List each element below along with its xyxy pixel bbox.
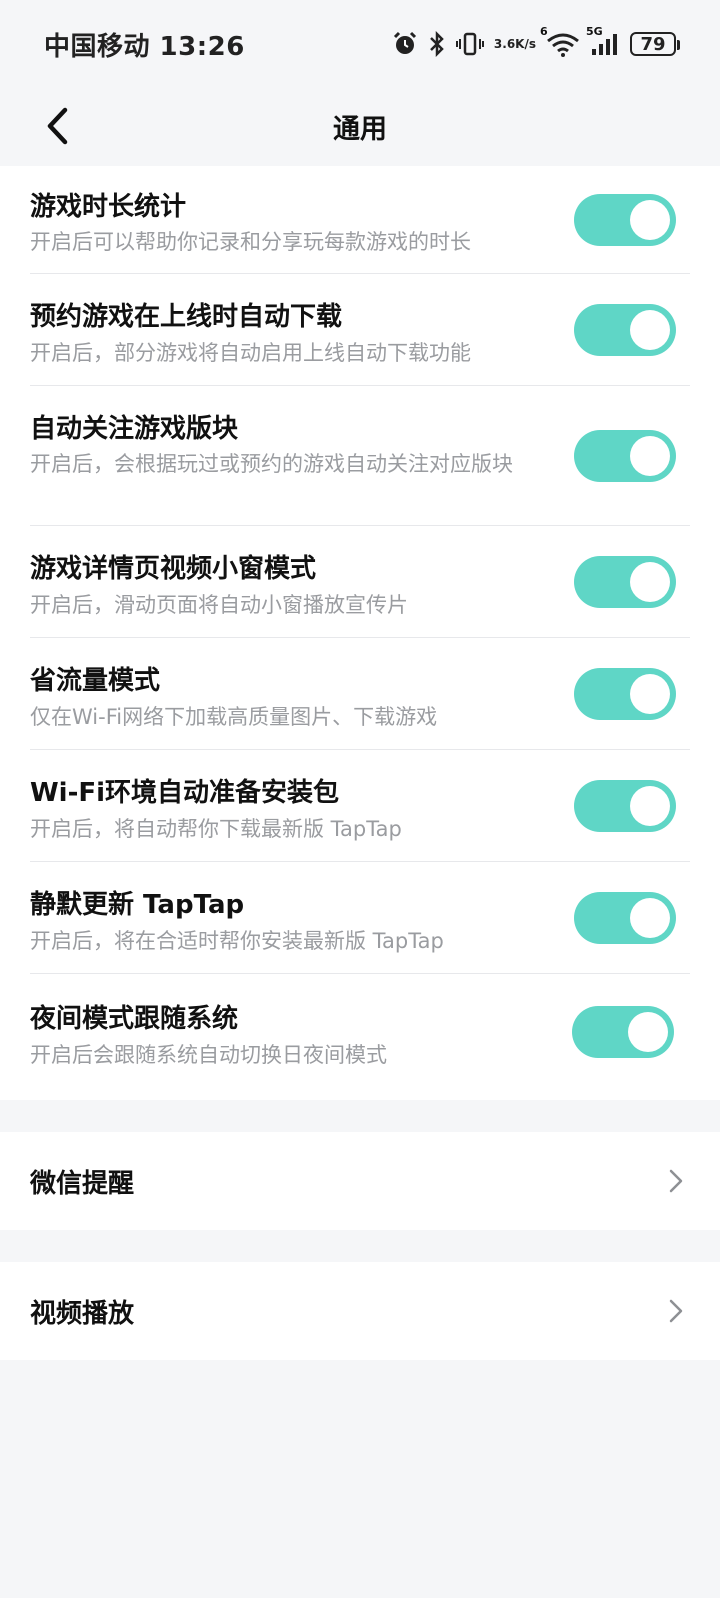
settings-card: 游戏时长统计 开启后可以帮助你记录和分享玩每款游戏的时长 预约游戏在上线时自动下…: [0, 166, 720, 1100]
nav-label: 视频播放: [30, 1298, 135, 1329]
data-saver-toggle[interactable]: [574, 668, 676, 720]
setting-desc: 开启后，部分游戏将自动启用上线自动下载功能: [30, 341, 471, 365]
setting-title: Wi-Fi环境自动准备安装包: [30, 778, 340, 808]
wifi-badge: 6: [540, 25, 548, 38]
toggle-knob: [628, 1012, 668, 1052]
setting-title: 夜间模式跟随系统: [30, 1004, 239, 1034]
signal-5g-label: 5G: [586, 25, 603, 38]
setting-title: 游戏时长统计: [30, 192, 187, 222]
back-button[interactable]: [30, 98, 86, 154]
toggle-knob: [630, 310, 670, 350]
net-speed-value: 3.6: [493, 37, 516, 51]
night-mode-toggle[interactable]: [572, 1006, 674, 1058]
setting-row-silent-update: 静默更新 TapTap 开启后，将在合适时帮你安装最新版 TapTap: [30, 862, 690, 974]
setting-title: 静默更新 TapTap: [30, 890, 245, 920]
setting-desc: 开启后，滑动页面将自动小窗播放宣传片: [30, 593, 408, 617]
setting-desc: 开启后可以帮助你记录和分享玩每款游戏的时长: [30, 230, 471, 254]
nav-wechat-reminder[interactable]: 微信提醒: [0, 1132, 720, 1230]
page-title: 通用: [333, 113, 387, 145]
setting-title: 省流量模式: [30, 666, 161, 696]
setting-row-playtime-stats: 游戏时长统计 开启后可以帮助你记录和分享玩每款游戏的时长: [30, 166, 690, 274]
battery-level: 79: [640, 33, 666, 55]
auto-follow-toggle[interactable]: [574, 430, 676, 482]
setting-title: 游戏详情页视频小窗模式: [30, 554, 317, 584]
chevron-left-icon: [47, 107, 68, 145]
nav-video-playback[interactable]: 视频播放: [0, 1262, 720, 1360]
setting-desc: 开启后，会根据玩过或预约的游戏自动关注对应版块: [30, 452, 513, 476]
setting-desc: 开启后，将自动帮你下载最新版 TapTap: [30, 817, 402, 841]
setting-title: 自动关注游戏版块: [30, 414, 239, 444]
setting-desc: 仅在Wi-Fi网络下加载高质量图片、下载游戏: [30, 705, 438, 729]
net-speed: 3.6 K/s: [494, 38, 536, 50]
toggle-knob: [630, 562, 670, 602]
bluetooth-icon: [428, 31, 446, 57]
status-bar: 中国移动 13:26 3.6 K/s 6 5G 79: [0, 0, 720, 88]
setting-row-wifi-prepare: Wi-Fi环境自动准备安装包 开启后，将自动帮你下载最新版 TapTap: [30, 750, 690, 862]
toggle-knob: [630, 898, 670, 938]
setting-row-auto-download: 预约游戏在上线时自动下载 开启后，部分游戏将自动启用上线自动下载功能: [30, 274, 690, 386]
setting-desc: 开启后会跟随系统自动切换日夜间模式: [30, 1043, 387, 1067]
toggle-knob: [630, 200, 670, 240]
nav-label: 微信提醒: [30, 1168, 135, 1199]
chevron-right-icon: [662, 1297, 690, 1325]
playtime-stats-toggle[interactable]: [574, 194, 676, 246]
setting-desc: 开启后，将在合适时帮你安装最新版 TapTap: [30, 929, 444, 953]
auto-download-toggle[interactable]: [574, 304, 676, 356]
toggle-knob: [630, 786, 670, 826]
setting-row-night-mode: 夜间模式跟随系统 开启后会跟随系统自动切换日夜间模式: [30, 974, 690, 1100]
vibrate-icon: [455, 31, 484, 57]
setting-title: 预约游戏在上线时自动下载: [30, 302, 343, 332]
carrier-time: 中国移动 13:26: [44, 31, 245, 62]
setting-row-video-pip: 游戏详情页视频小窗模式 开启后，滑动页面将自动小窗播放宣传片: [30, 526, 690, 638]
wifi-icon: 6: [540, 25, 580, 57]
toggle-knob: [630, 436, 670, 476]
silent-update-toggle[interactable]: [574, 892, 676, 944]
video-pip-toggle[interactable]: [574, 556, 676, 608]
header: 通用: [0, 88, 720, 164]
net-speed-unit: K/s: [515, 37, 536, 51]
battery-icon: 79: [630, 32, 680, 56]
setting-row-auto-follow: 自动关注游戏版块 开启后，会根据玩过或预约的游戏自动关注对应版块: [30, 386, 690, 526]
chevron-right-icon: [662, 1167, 690, 1195]
toggle-knob: [630, 674, 670, 714]
setting-row-data-saver: 省流量模式 仅在Wi-Fi网络下加载高质量图片、下载游戏: [30, 638, 690, 750]
wifi-prepare-toggle[interactable]: [574, 780, 676, 832]
alarm-icon: [392, 31, 418, 57]
status-icons: 3.6 K/s 6 5G 79: [392, 25, 680, 57]
cell-signal-icon: 5G: [586, 25, 620, 57]
